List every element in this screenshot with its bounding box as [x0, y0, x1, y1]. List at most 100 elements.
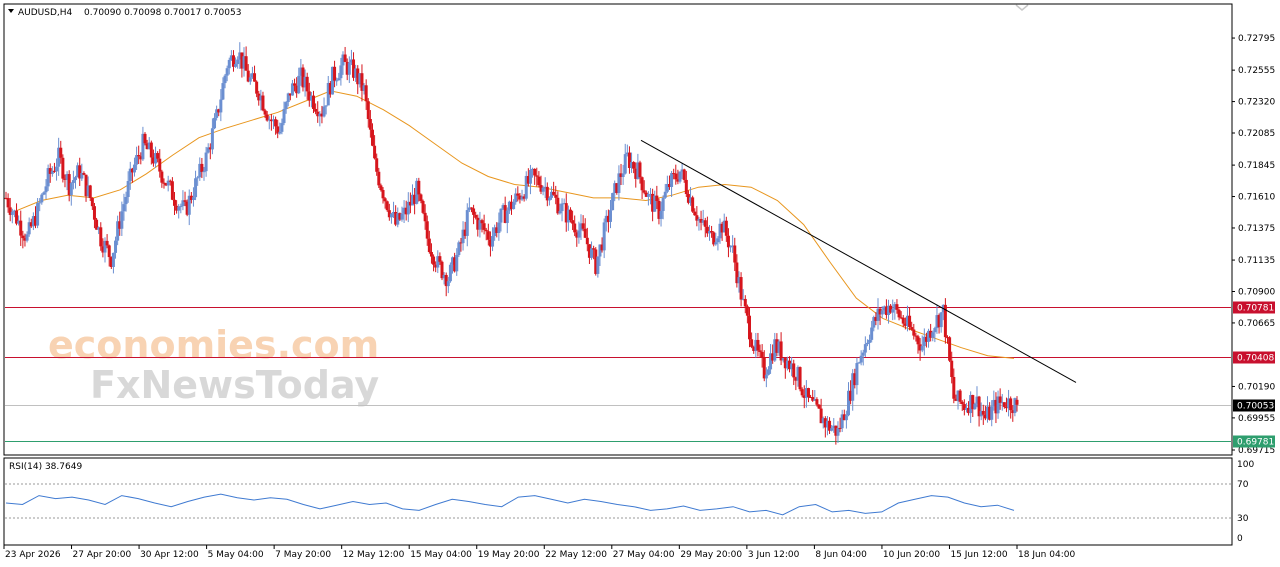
candle-body	[143, 133, 147, 144]
candle-body	[716, 238, 720, 243]
candle-body	[347, 62, 351, 75]
candle-body	[88, 185, 92, 199]
candle-body	[901, 317, 905, 324]
candle-body	[973, 403, 977, 410]
candle-body	[373, 145, 377, 159]
candle-body	[227, 59, 231, 69]
candle-body	[90, 198, 94, 207]
candle-body	[221, 83, 225, 100]
candle-body	[474, 214, 478, 218]
candle-body	[758, 350, 762, 352]
candle-body	[571, 220, 575, 224]
candle-body	[36, 203, 40, 226]
candle-body	[236, 59, 240, 65]
candle-body	[779, 341, 783, 361]
candle-body	[577, 230, 581, 238]
candle-body	[383, 198, 387, 202]
price-tick-label: 0.72555	[1238, 66, 1275, 76]
candle-body	[743, 298, 747, 307]
candle-body	[44, 186, 48, 193]
candle-body	[573, 223, 577, 233]
candle-body	[897, 309, 901, 318]
candle-body	[196, 177, 200, 179]
candle-body	[204, 152, 208, 172]
price-tick-label: 0.71610	[1238, 193, 1275, 203]
candle-body	[160, 171, 164, 183]
price-tick-label: 0.71375	[1238, 224, 1275, 234]
candle-body	[830, 428, 834, 431]
candle-body	[333, 66, 337, 81]
candle-body	[219, 99, 223, 113]
candle-body	[865, 342, 869, 345]
candle-body	[158, 158, 162, 172]
candle-body	[535, 175, 539, 177]
candle-body	[92, 206, 96, 220]
candle-body	[280, 123, 284, 132]
candle-body	[931, 332, 935, 338]
candle-body	[6, 198, 10, 208]
candle-body	[122, 204, 126, 212]
candle-body	[194, 178, 198, 198]
candle-body	[948, 337, 952, 361]
candle-body	[381, 190, 385, 199]
candle-body	[583, 228, 587, 238]
candle-body	[863, 344, 867, 353]
candle-body	[156, 153, 160, 159]
candle-body	[179, 206, 183, 208]
candle-body	[255, 81, 259, 94]
candle-body	[417, 180, 421, 195]
candle-body	[608, 210, 612, 222]
candle-body	[377, 171, 381, 186]
candle-body	[74, 177, 78, 181]
ohlc-readout: 0.70090 0.70098 0.70017 0.70053	[84, 8, 241, 18]
candle-body	[183, 200, 187, 202]
candle-body	[366, 101, 370, 119]
candle-body	[284, 102, 288, 109]
candle-body	[170, 181, 174, 200]
candle-body	[1015, 399, 1019, 405]
candle-body	[764, 374, 768, 379]
candle-body	[958, 390, 962, 402]
candle-body	[114, 240, 118, 253]
candle-body	[516, 193, 520, 196]
rsi-axis: 100 70 30 0	[1237, 460, 1254, 544]
candle-body	[419, 194, 423, 201]
candle-body	[305, 76, 309, 92]
candle-body	[59, 147, 63, 158]
time-tick-label: 12 May 12:00	[343, 550, 405, 560]
candle-body	[729, 246, 733, 248]
rsi-tick: 0	[1237, 534, 1243, 544]
candle-body	[21, 235, 25, 239]
candle-body	[691, 197, 695, 212]
candle-body	[798, 367, 802, 390]
resistance-level-label: 0.70408	[1237, 354, 1274, 364]
candle-body	[592, 248, 596, 250]
candle-body	[1009, 398, 1013, 411]
candle-body	[568, 209, 572, 221]
time-tick-label: 15 May 04:00	[410, 550, 472, 560]
candle-body	[120, 211, 124, 229]
candle-body	[760, 351, 764, 358]
candle-body	[364, 85, 368, 102]
chart-canvas[interactable]: economies.com FxNewsToday AUDUSD,H4 0.70…	[0, 0, 1280, 567]
candle-body	[857, 362, 861, 364]
time-tick-label: 5 May 04:00	[208, 550, 264, 560]
time-tick-label: 15 Jun 12:00	[950, 550, 1007, 560]
candle-body	[693, 211, 697, 216]
candle-body	[638, 162, 642, 178]
candle-body	[590, 248, 594, 258]
candle-body	[293, 83, 297, 86]
candle-body	[421, 200, 425, 213]
candle-body	[42, 192, 46, 195]
candle-body	[261, 95, 265, 111]
candle-body	[69, 183, 73, 196]
candle-body	[960, 401, 964, 405]
candle-body	[297, 75, 301, 94]
time-tick-label: 19 May 20:00	[478, 550, 540, 560]
candle-body	[484, 229, 488, 232]
candle-body	[253, 73, 257, 82]
candle-body	[465, 210, 469, 236]
candle-body	[472, 208, 476, 215]
candle-body	[105, 240, 109, 246]
candle-body	[425, 221, 429, 239]
